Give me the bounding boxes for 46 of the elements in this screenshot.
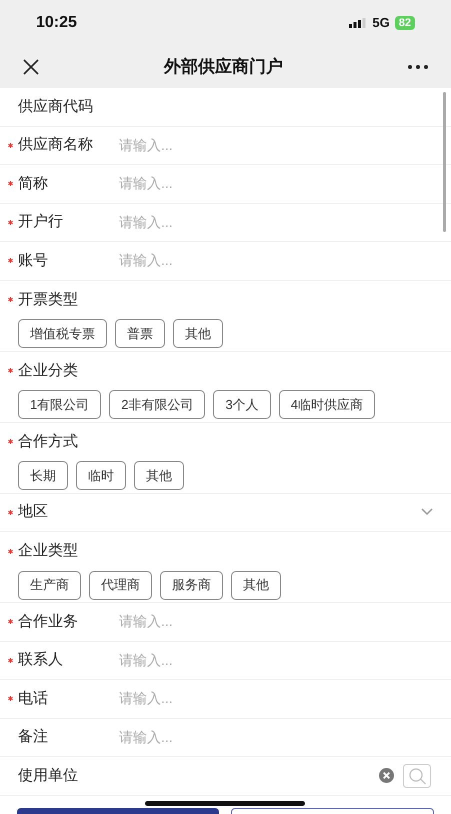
option-chip[interactable]: 1有限公司: [18, 390, 102, 419]
field-label: 供应商名称: [18, 135, 93, 155]
option-chip[interactable]: 长期: [18, 461, 68, 490]
option-chip[interactable]: 3个人: [213, 390, 271, 419]
field-label: 企业分类: [18, 360, 78, 380]
field-label: 使用单位: [18, 766, 78, 786]
field-label: 合作业务: [18, 612, 78, 632]
text-input[interactable]: 请输入...: [100, 650, 451, 671]
page-title: 外部供应商门户: [162, 56, 284, 78]
status-time: 10:25: [36, 12, 77, 32]
signal-icon: [349, 18, 368, 28]
option-chip[interactable]: 增值税专票: [18, 319, 107, 348]
field-label: 开票类型: [18, 290, 78, 310]
text-input[interactable]: 请输入...: [100, 212, 451, 233]
text-input[interactable]: 请输入...: [100, 250, 451, 272]
option-chip[interactable]: 临时: [76, 461, 126, 490]
close-icon[interactable]: [22, 58, 40, 76]
option-chip[interactable]: 其他: [134, 461, 184, 490]
option-chip[interactable]: 其他: [231, 570, 281, 600]
field-label: 简称: [18, 174, 48, 194]
more-icon[interactable]: [407, 64, 429, 70]
option-chip[interactable]: 代理商: [89, 570, 152, 600]
field-label: 地区: [18, 502, 48, 522]
text-input[interactable]: 请输入...: [100, 134, 451, 156]
field-label: 电话: [18, 688, 48, 708]
chevron-down-icon[interactable]: [421, 508, 433, 516]
option-chip[interactable]: 服务商: [160, 570, 223, 600]
option-chip[interactable]: 2非有限公司: [109, 390, 206, 419]
field-label: 账号: [18, 250, 48, 270]
field-label: 企业类型: [18, 541, 78, 561]
field-label: 开户行: [18, 212, 63, 232]
network-label: 5G: [372, 14, 390, 32]
field-label: 备注: [18, 727, 48, 747]
field-label: 合作方式: [18, 432, 78, 452]
battery-indicator: 82: [394, 16, 415, 30]
field-label: 联系人: [18, 650, 63, 670]
option-chip[interactable]: 其他: [173, 319, 223, 348]
option-chip[interactable]: 生产商: [18, 570, 81, 600]
clear-icon[interactable]: [379, 768, 394, 784]
text-input[interactable]: 请输入...: [100, 611, 451, 632]
text-input[interactable]: 请输入...: [100, 726, 451, 748]
option-chip[interactable]: 4临时供应商: [278, 390, 375, 419]
text-input[interactable]: 请输入...: [100, 688, 451, 710]
field-label: 供应商代码: [18, 96, 93, 116]
text-input[interactable]: 请输入...: [100, 173, 451, 194]
option-chip[interactable]: 普票: [115, 319, 165, 348]
